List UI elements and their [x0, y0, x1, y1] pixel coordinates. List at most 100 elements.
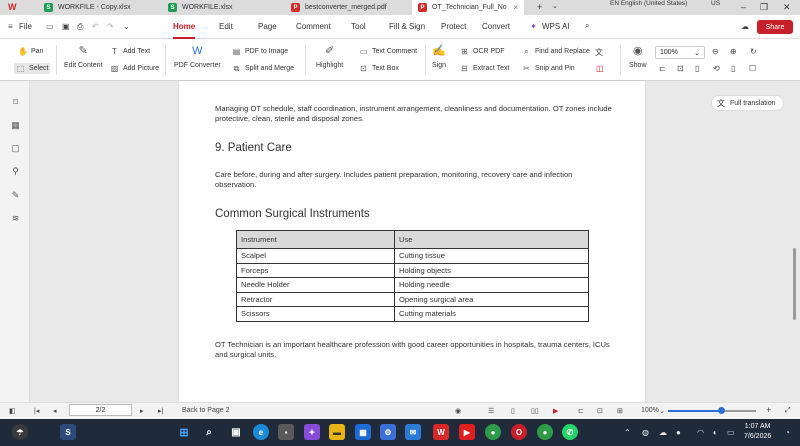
text-box-button[interactable]: ⊡ Text Box: [359, 64, 399, 73]
chevron-down-icon[interactable]: ⌄: [552, 2, 558, 10]
chrome-profile-icon[interactable]: ●: [537, 424, 553, 440]
fit-width-icon[interactable]: ⊏: [659, 64, 666, 73]
first-page-icon[interactable]: |◂: [34, 407, 39, 415]
battery-icon[interactable]: ▭: [727, 428, 735, 437]
next-page-icon[interactable]: ▸: [140, 407, 144, 415]
tab-workfile[interactable]: S WORKFILE.xlsx: [162, 0, 282, 15]
prev-page-icon[interactable]: ◂: [53, 407, 57, 415]
chevron-down-icon[interactable]: ⌄: [659, 407, 665, 415]
youtube-icon[interactable]: ▶: [459, 424, 475, 440]
outlook-icon[interactable]: ✉: [405, 424, 421, 440]
rotate-page-icon[interactable]: ⟲: [713, 64, 720, 73]
wifi-icon[interactable]: ◠: [697, 428, 704, 437]
settings-app-icon[interactable]: ⚙: [380, 424, 396, 440]
layers-icon[interactable]: ≋: [11, 214, 20, 223]
store-icon[interactable]: ▦: [355, 424, 371, 440]
copilot-icon[interactable]: ✦: [304, 424, 320, 440]
vertical-scrollbar[interactable]: [793, 248, 796, 320]
full-screen-icon[interactable]: ⊞: [617, 407, 623, 415]
bookmark-icon[interactable]: ⌑: [11, 98, 20, 107]
add-picture-button[interactable]: ▨ Add Picture: [110, 64, 159, 73]
close-tab-icon[interactable]: ×: [513, 3, 518, 12]
split-merge-button[interactable]: ⧉ Split and Merge: [232, 64, 294, 73]
notification-icon[interactable]: ◔: [785, 428, 790, 437]
print-icon[interactable]: ⎙: [77, 22, 83, 32]
language-indicator[interactable]: EN English (United States): [610, 0, 687, 7]
zoom-select[interactable]: 100% ⌄: [655, 46, 705, 59]
minimize-icon[interactable]: –: [741, 2, 746, 12]
single-page-view-icon[interactable]: ▯: [511, 407, 515, 415]
status-zoom-value[interactable]: 100%: [641, 407, 659, 414]
cloud-icon[interactable]: ☁: [741, 22, 749, 31]
page-number-input[interactable]: 2/2: [69, 404, 132, 416]
tab-workfile-copy[interactable]: S WORKFILE - Copy.xlsx: [38, 0, 160, 15]
security-icon[interactable]: ◍: [642, 428, 649, 437]
search-icon[interactable]: ⌕: [585, 21, 589, 31]
task-view-icon[interactable]: ▣: [228, 424, 244, 440]
thumbnail-icon[interactable]: ▦: [11, 121, 20, 130]
pdf-to-image-button[interactable]: ▤ PDF to Image: [232, 47, 288, 56]
undo-icon[interactable]: ↶: [92, 22, 99, 31]
last-page-icon[interactable]: ▸|: [158, 407, 163, 415]
ocr-pdf-button[interactable]: ⊞ OCR PDF: [460, 47, 504, 56]
comment-icon[interactable]: ▢: [11, 144, 20, 153]
fit-page-icon[interactable]: ⊡: [597, 407, 603, 415]
weather-icon[interactable]: ☂: [12, 424, 28, 440]
two-page-icon[interactable]: ▯: [731, 64, 735, 73]
select-button[interactable]: ⬚ Select: [14, 63, 51, 74]
system-clock[interactable]: 1:07 AM 7/6/2026: [744, 422, 771, 442]
back-to-page-link[interactable]: Back to Page 2: [182, 407, 229, 414]
full-translation-button[interactable]: 文 Full translation: [711, 95, 784, 111]
zoom-in-icon[interactable]: ⊕: [730, 47, 737, 56]
close-window-icon[interactable]: ✕: [783, 2, 791, 13]
file-explorer-icon[interactable]: ▬: [329, 424, 345, 440]
windows-start-icon[interactable]: ⊞: [176, 424, 192, 440]
menu-comment[interactable]: Comment: [296, 22, 331, 31]
extract-text-button[interactable]: ⊟ Extract Text: [460, 64, 509, 73]
wps-office-icon[interactable]: W: [433, 424, 449, 440]
text-comment-button[interactable]: ▭ Text Comment: [359, 47, 417, 56]
pdf-converter-button[interactable]: W PDF Converter: [174, 44, 221, 69]
whatsapp-icon[interactable]: ✆: [562, 424, 578, 440]
reading-mode-icon[interactable]: ☐: [749, 64, 756, 73]
fullscreen-toggle-icon[interactable]: ⤢: [785, 407, 791, 415]
edit-content-button[interactable]: ✎ Edit Content: [64, 44, 103, 69]
new-tab-icon[interactable]: +: [537, 2, 542, 12]
highlight-button[interactable]: ✐ Highlight: [316, 44, 343, 69]
menu-edit[interactable]: Edit: [219, 22, 233, 31]
chevron-down-icon[interactable]: ⌄: [123, 22, 130, 31]
wps-logo-icon[interactable]: W: [8, 2, 17, 12]
attachment-icon[interactable]: ⚲: [11, 167, 20, 176]
app-icon[interactable]: ▪: [278, 424, 294, 440]
onedrive-icon[interactable]: ☁: [659, 428, 667, 437]
find-replace-button[interactable]: ⌕ Find and Replace: [522, 47, 590, 56]
translate-icon[interactable]: 文: [595, 47, 603, 58]
volume-icon[interactable]: ◖: [712, 428, 717, 437]
menu-protect[interactable]: Protect: [441, 22, 466, 31]
pan-button[interactable]: ✋ Pan: [18, 47, 43, 56]
menu-file[interactable]: File: [19, 22, 32, 31]
menu-page[interactable]: Page: [258, 22, 277, 31]
share-button[interactable]: Share: [757, 20, 793, 34]
zoom-out-icon[interactable]: ⊖: [712, 47, 719, 56]
menu-wps-ai[interactable]: WPS AI: [542, 22, 570, 31]
opera-icon[interactable]: O: [511, 424, 527, 440]
sign-button[interactable]: ✍ Sign: [432, 44, 446, 69]
play-icon[interactable]: ▶: [553, 407, 558, 415]
save-icon[interactable]: ▣: [62, 22, 70, 31]
fit-page-icon[interactable]: ⊡: [677, 64, 684, 73]
zoom-in-icon[interactable]: +: [766, 405, 771, 415]
menu-tool[interactable]: Tool: [351, 22, 366, 31]
single-page-icon[interactable]: ▯: [695, 64, 699, 73]
tab-bestconverter[interactable]: P bestconverter_merged.pdf: [285, 0, 410, 15]
edge-icon[interactable]: e: [253, 424, 269, 440]
hamburger-icon[interactable]: ≡: [8, 22, 13, 31]
search-icon[interactable]: ⌕: [201, 424, 217, 440]
menu-home[interactable]: Home: [173, 22, 195, 31]
two-page-view-icon[interactable]: ▯▯: [531, 407, 539, 415]
fit-width-icon[interactable]: ⊏: [578, 407, 584, 415]
open-folder-icon[interactable]: ▭: [46, 22, 54, 31]
add-text-button[interactable]: T Add Text: [110, 47, 150, 56]
app-launcher-icon[interactable]: S: [60, 424, 76, 440]
signature-icon[interactable]: ✎: [11, 191, 20, 200]
